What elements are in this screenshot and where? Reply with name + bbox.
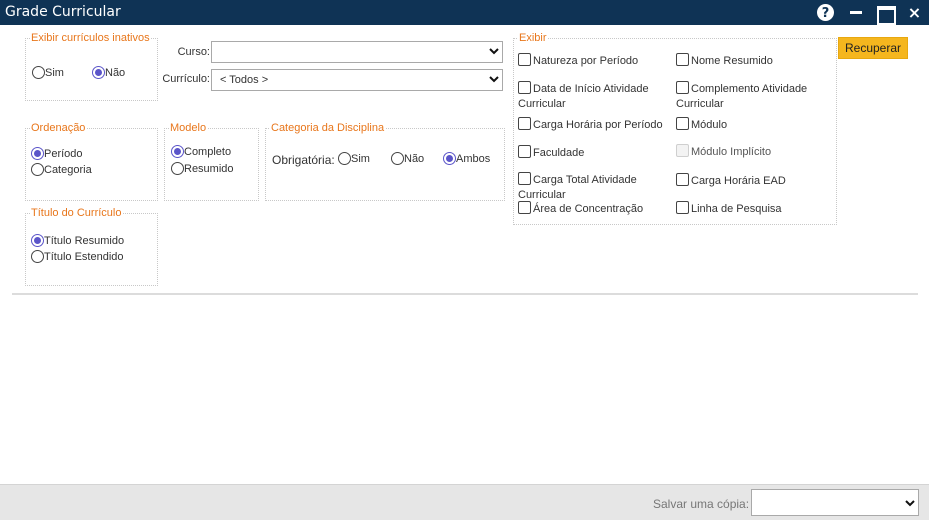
radio-circle[interactable]: [31, 147, 44, 160]
ordenacao-legend: Ordenação: [31, 122, 86, 134]
check-natureza-periodo[interactable]: Natureza por Período: [518, 53, 668, 69]
inactive-sim-radio[interactable]: Sim: [32, 66, 64, 79]
radio-label: Sim: [351, 152, 370, 165]
categoria-legend: Categoria da Disciplina: [271, 122, 385, 134]
check-label: Linha de Pesquisa: [691, 203, 782, 215]
check-label: Módulo: [691, 119, 728, 131]
ordenacao-group: Ordenação: [25, 122, 158, 201]
inactive-curricula-legend: Exibir currículos inativos: [31, 32, 150, 44]
check-modulo-implicito: Módulo Implícito: [676, 144, 826, 160]
chevron-down-icon: [489, 76, 499, 83]
checkbox[interactable]: [676, 201, 689, 214]
checkbox[interactable]: [676, 81, 689, 94]
radio-label: Título Estendido: [44, 250, 124, 263]
check-label: Carga Total Atividade Curricular: [518, 174, 637, 201]
checkbox: [676, 144, 689, 157]
radio-circle[interactable]: [171, 162, 184, 175]
checkbox[interactable]: [518, 81, 531, 94]
check-carga-periodo[interactable]: Carga Horária por Período: [518, 117, 673, 133]
titulo-estendido-radio[interactable]: Título Estendido: [31, 250, 124, 263]
checkbox[interactable]: [676, 173, 689, 186]
exibir-legend: Exibir: [519, 32, 547, 44]
radio-label: Não: [105, 66, 126, 79]
check-linha-pesquisa[interactable]: Linha de Pesquisa: [676, 201, 826, 217]
categoria-sim-radio[interactable]: Sim: [338, 152, 370, 165]
inactive-nao-radio[interactable]: Não: [92, 66, 125, 79]
curriculo-select-value: < Todos >: [220, 74, 269, 86]
check-area-concentracao[interactable]: Área de Concentração: [518, 201, 668, 217]
check-nome-resumido[interactable]: Nome Resumido: [676, 53, 826, 69]
save-copy-select[interactable]: [751, 489, 919, 516]
categoria-ambos-radio[interactable]: Ambos: [443, 152, 490, 165]
recuperar-button[interactable]: Recuperar: [838, 37, 908, 59]
minimize-icon[interactable]: [846, 3, 865, 22]
radio-label: Título Resumido: [44, 234, 125, 247]
titulo-resumido-radio[interactable]: Título Resumido: [31, 234, 124, 247]
radio-circle[interactable]: [32, 66, 45, 79]
check-modulo[interactable]: Módulo: [676, 117, 826, 133]
maximize-icon[interactable]: [875, 3, 896, 25]
divider: [12, 293, 918, 295]
radio-circle[interactable]: [31, 163, 44, 176]
radio-circle[interactable]: [31, 234, 44, 247]
radio-label: Não: [404, 152, 425, 165]
radio-circle[interactable]: [391, 152, 404, 165]
ordenacao-periodo-radio[interactable]: Período: [31, 147, 83, 160]
curriculo-label: Currículo:: [162, 73, 210, 85]
curso-label: Curso:: [177, 46, 210, 58]
check-label: Módulo Implícito: [691, 146, 772, 158]
obrigatoria-label: Obrigatória:: [272, 153, 335, 167]
check-label: Complemento Atividade Curricular: [676, 83, 808, 110]
radio-circle[interactable]: [92, 66, 105, 79]
radio-circle[interactable]: [443, 152, 456, 165]
radio-label: Ambos: [456, 152, 491, 165]
chevron-down-icon: [905, 500, 915, 507]
check-label: Data de Início Atividade Curricular: [518, 83, 649, 110]
close-icon[interactable]: ×: [905, 3, 924, 22]
checkbox[interactable]: [676, 53, 689, 66]
modelo-resumido-radio[interactable]: Resumido: [171, 162, 234, 175]
radio-label: Sim: [45, 66, 64, 79]
radio-circle[interactable]: [338, 152, 351, 165]
check-label: Nome Resumido: [691, 55, 773, 67]
help-icon[interactable]: ?: [817, 4, 834, 21]
check-complemento[interactable]: Complemento Atividade Curricular: [676, 81, 826, 112]
check-carga-total[interactable]: Carga Total Atividade Curricular: [518, 172, 668, 203]
check-carga-ead[interactable]: Carga Horária EAD: [676, 173, 826, 189]
title-bar: Grade Curricular ? ×: [0, 0, 929, 25]
modelo-legend: Modelo: [170, 122, 207, 134]
checkbox[interactable]: [518, 53, 531, 66]
radio-label: Completo: [184, 145, 232, 158]
ordenacao-categoria-radio[interactable]: Categoria: [31, 163, 92, 176]
check-label: Faculdade: [533, 147, 585, 159]
chevron-down-icon: [489, 48, 499, 55]
radio-label: Categoria: [44, 163, 92, 176]
footer-bar: Salvar uma cópia:: [0, 484, 929, 520]
save-copy-label: Salvar uma cópia:: [653, 497, 750, 511]
radio-circle[interactable]: [31, 250, 44, 263]
checkbox[interactable]: [518, 201, 531, 214]
check-data-inicio[interactable]: Data de Início Atividade Curricular: [518, 81, 668, 112]
radio-circle[interactable]: [171, 145, 184, 158]
check-label: Carga Horária por Período: [533, 119, 663, 131]
check-label: Carga Horária EAD: [691, 175, 786, 187]
checkbox[interactable]: [518, 172, 531, 185]
checkbox[interactable]: [518, 145, 531, 158]
window-title: Grade Curricular: [5, 4, 121, 20]
modelo-completo-radio[interactable]: Completo: [171, 145, 231, 158]
check-faculdade[interactable]: Faculdade: [518, 145, 668, 161]
check-label: Área de Concentração: [533, 203, 644, 215]
checkbox[interactable]: [518, 117, 531, 130]
curriculo-select[interactable]: < Todos >: [211, 69, 503, 91]
categoria-nao-radio[interactable]: Não: [391, 152, 424, 165]
radio-label: Resumido: [184, 162, 234, 175]
check-label: Natureza por Período: [533, 55, 639, 67]
curso-select[interactable]: [211, 41, 503, 63]
titulo-legend: Título do Currículo: [31, 207, 122, 219]
radio-label: Período: [44, 147, 83, 160]
checkbox[interactable]: [676, 117, 689, 130]
